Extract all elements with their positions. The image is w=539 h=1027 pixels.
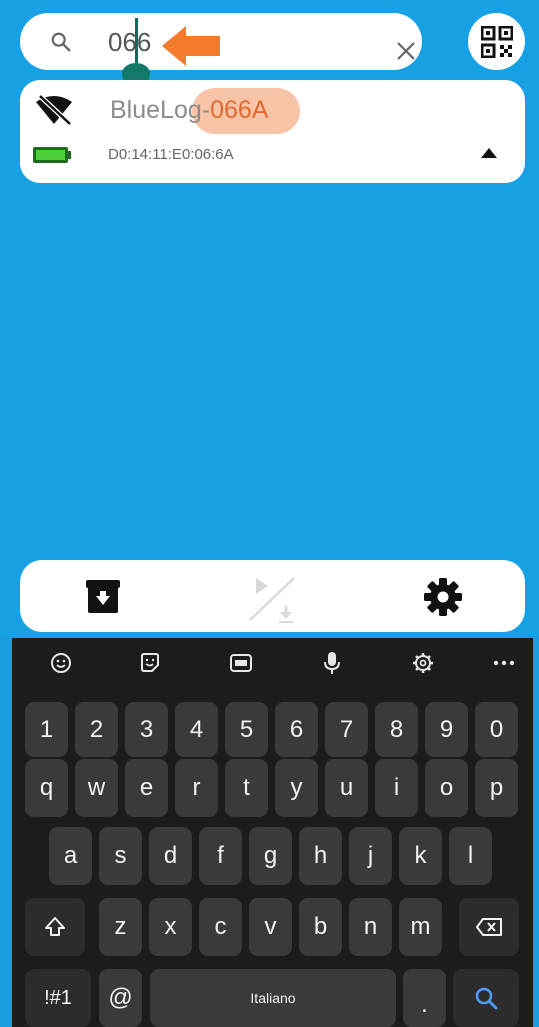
sticker-icon [141, 653, 159, 672]
symbols-key[interactable]: !#1 [25, 969, 91, 1027]
key-period[interactable]: . [403, 969, 446, 1027]
key-y[interactable]: y [275, 759, 318, 817]
expand-up-icon[interactable] [480, 146, 498, 160]
key-4[interactable]: 4 [175, 702, 218, 757]
battery-icon [33, 147, 71, 163]
emoji-icon [51, 653, 71, 673]
key-k[interactable]: k [399, 827, 442, 885]
voice-input-button[interactable] [312, 646, 352, 680]
play-download-disabled-icon [249, 577, 295, 623]
key-p[interactable]: p [475, 759, 518, 817]
key-f[interactable]: f [199, 827, 242, 885]
key-7[interactable]: 7 [325, 702, 368, 757]
microphone-icon [324, 652, 340, 674]
key-t[interactable]: t [225, 759, 268, 817]
device-list-item[interactable]: BlueLog-066A D0:14:11:E0:06:6A [20, 80, 525, 183]
archive-download-icon [86, 580, 120, 613]
keyboard-settings-button[interactable] [403, 646, 443, 680]
backspace-icon [476, 918, 502, 936]
key-b[interactable]: b [299, 898, 342, 956]
gif-button[interactable] [221, 646, 261, 680]
qr-code-icon [481, 26, 513, 58]
key-z[interactable]: z [99, 898, 142, 956]
key-at[interactable]: @ [99, 969, 142, 1027]
key-s[interactable]: s [99, 827, 142, 885]
more-options-button[interactable] [484, 646, 524, 680]
shift-icon [45, 917, 65, 936]
key-w[interactable]: w [75, 759, 118, 817]
key-c[interactable]: c [199, 898, 242, 956]
backspace-key[interactable] [459, 898, 519, 956]
key-x[interactable]: x [149, 898, 192, 956]
key-h[interactable]: h [299, 827, 342, 885]
settings-button[interactable] [420, 574, 466, 620]
emoji-button[interactable] [41, 646, 81, 680]
key-u[interactable]: u [325, 759, 368, 817]
gear-icon [424, 578, 462, 616]
search-input[interactable] [108, 25, 378, 59]
key-r[interactable]: r [175, 759, 218, 817]
more-horizontal-icon [493, 660, 515, 666]
gear-outline-icon [413, 653, 433, 673]
key-l[interactable]: l [449, 827, 492, 885]
text-cursor [135, 18, 138, 68]
key-q[interactable]: q [25, 759, 68, 817]
sticker-button[interactable] [130, 646, 170, 680]
key-2[interactable]: 2 [75, 702, 118, 757]
key-5[interactable]: 5 [225, 702, 268, 757]
on-screen-keyboard: 1 2 3 4 5 6 7 8 9 0 q w e r t y u i o p … [12, 638, 533, 1027]
key-d[interactable]: d [149, 827, 192, 885]
play-download-button [246, 574, 295, 623]
wifi-off-icon [36, 94, 72, 126]
arrow-left-icon [162, 26, 220, 66]
key-0[interactable]: 0 [475, 702, 518, 757]
gif-icon [230, 654, 252, 672]
bottom-toolbar [20, 560, 525, 632]
close-icon[interactable] [394, 39, 418, 63]
key-n[interactable]: n [349, 898, 392, 956]
device-name: BlueLog-066A [110, 96, 269, 124]
key-a[interactable]: a [49, 827, 92, 885]
key-j[interactable]: j [349, 827, 392, 885]
search-icon [475, 987, 498, 1010]
search-icon [51, 32, 71, 52]
download-archive-button[interactable] [80, 574, 126, 620]
key-g[interactable]: g [249, 827, 292, 885]
qr-scan-button[interactable] [468, 13, 525, 70]
key-1[interactable]: 1 [25, 702, 68, 757]
app-screen: BlueLog-066A D0:14:11:E0:06:6A [0, 0, 539, 638]
search-action-key[interactable] [453, 969, 519, 1027]
key-3[interactable]: 3 [125, 702, 168, 757]
key-e[interactable]: e [125, 759, 168, 817]
shift-key[interactable] [25, 898, 85, 956]
key-v[interactable]: v [249, 898, 292, 956]
key-i[interactable]: i [375, 759, 418, 817]
space-bar[interactable]: Italiano [150, 969, 396, 1027]
key-o[interactable]: o [425, 759, 468, 817]
key-m[interactable]: m [399, 898, 442, 956]
device-mac-address: D0:14:11:E0:06:6A [108, 146, 234, 163]
key-6[interactable]: 6 [275, 702, 318, 757]
key-8[interactable]: 8 [375, 702, 418, 757]
key-9[interactable]: 9 [425, 702, 468, 757]
